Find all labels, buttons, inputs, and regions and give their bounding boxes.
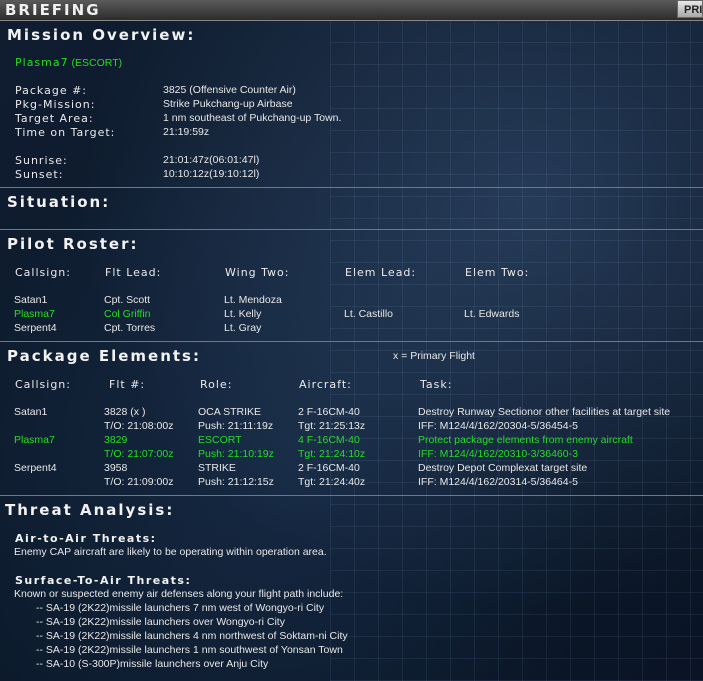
package-aircraft: 2 F-16CM-40 bbox=[298, 406, 360, 418]
roster-elem-lead: Lt. Castillo bbox=[344, 308, 394, 320]
situation-heading: Situation: bbox=[7, 193, 111, 211]
roster-flt-lead: Col Griffin bbox=[104, 308, 151, 320]
title-bar: BRIEFING PRI bbox=[0, 0, 703, 21]
roster-wing-two: Lt. Gray bbox=[224, 322, 262, 334]
flight-role: (ESCORT) bbox=[71, 57, 123, 69]
package-role: ESCORT bbox=[198, 434, 242, 446]
sam-threat-item: -- SA-19 (2K22)missile launchers over Wo… bbox=[36, 616, 285, 628]
package-col-task: Task: bbox=[420, 378, 453, 391]
package-target-time: Tgt: 21:24:10z bbox=[298, 448, 366, 460]
package-task: Destroy Runway Sectionor other facilitie… bbox=[418, 406, 671, 418]
print-button[interactable]: PRI bbox=[677, 0, 703, 18]
time-on-target-label: Time on Target: bbox=[15, 126, 116, 139]
section-divider bbox=[0, 341, 703, 342]
package-role: OCA STRIKE bbox=[198, 406, 262, 418]
package-role: STRIKE bbox=[198, 462, 236, 474]
section-divider bbox=[0, 187, 703, 188]
window-title: BRIEFING bbox=[5, 1, 101, 19]
roster-col-callsign: Callsign: bbox=[15, 266, 71, 279]
roster-callsign: Plasma7 bbox=[14, 308, 55, 320]
sunset-value: 10:10:12z(19:10:12l) bbox=[163, 168, 260, 180]
package-task: Protect package elements from enemy airc… bbox=[418, 434, 633, 446]
sam-threat-item: -- SA-19 (2K22)missile launchers 4 nm no… bbox=[36, 630, 348, 642]
roster-col-elem-two: Elem Two: bbox=[465, 266, 530, 279]
air-threats-heading: Air-to-Air Threats: bbox=[15, 532, 157, 545]
flight-callsign: Plasma7 bbox=[15, 56, 69, 69]
package-flt-number: 3829 bbox=[104, 434, 128, 446]
package-flt-number: 3958 bbox=[104, 462, 128, 474]
sunrise-value: 21:01:47z(06:01:47l) bbox=[163, 154, 260, 166]
sam-threats-heading: Surface-To-Air Threats: bbox=[15, 574, 192, 587]
package-col-flt: Flt #: bbox=[109, 378, 146, 391]
sam-threat-item: -- SA-19 (2K22)missile launchers 1 nm so… bbox=[36, 644, 343, 656]
mission-overview-heading: Mission Overview: bbox=[7, 26, 196, 44]
package-callsign: Satan1 bbox=[14, 406, 48, 418]
roster-col-flt-lead: Flt Lead: bbox=[105, 266, 162, 279]
package-takeoff-time: T/O: 21:09:00z bbox=[104, 476, 174, 488]
package-push-time: Push: 21:12:15z bbox=[198, 476, 274, 488]
primary-flight-legend: x = Primary Flight bbox=[393, 350, 475, 362]
sam-threat-item: -- SA-19 (2K22)missile launchers 7 nm we… bbox=[36, 602, 325, 614]
package-value: 3825 (Offensive Counter Air) bbox=[163, 84, 296, 96]
package-target-time: Tgt: 21:25:13z bbox=[298, 420, 366, 432]
roster-flt-lead: Cpt. Torres bbox=[104, 322, 156, 334]
sam-threats-intro: Known or suspected enemy air defenses al… bbox=[14, 588, 344, 600]
roster-callsign: Satan1 bbox=[14, 294, 48, 306]
roster-flt-lead: Cpt. Scott bbox=[104, 294, 151, 306]
package-iff: IFF: M124/4/162/20310-3/36460-3 bbox=[418, 448, 578, 460]
roster-elem-two: Lt. Edwards bbox=[464, 308, 520, 320]
package-iff: IFF: M124/4/162/20304-5/36454-5 bbox=[418, 420, 578, 432]
pilot-roster-heading: Pilot Roster: bbox=[7, 235, 139, 253]
section-divider bbox=[0, 495, 703, 496]
roster-col-elem-lead: Elem Lead: bbox=[345, 266, 417, 279]
package-push-time: Push: 21:11:19z bbox=[198, 420, 274, 432]
sam-threat-item: -- SA-10 (S-300P)missile launchers over … bbox=[36, 658, 269, 670]
package-callsign: Serpent4 bbox=[14, 462, 57, 474]
threat-analysis-heading: Threat Analysis: bbox=[5, 501, 175, 519]
sunset-label: Sunset: bbox=[15, 168, 64, 181]
package-takeoff-time: T/O: 21:08:00z bbox=[104, 420, 174, 432]
briefing-content: Mission Overview: Plasma7 (ESCORT) Packa… bbox=[0, 20, 703, 681]
package-col-role: Role: bbox=[200, 378, 233, 391]
sunrise-label: Sunrise: bbox=[15, 154, 68, 167]
package-task: Destroy Depot Complexat target site bbox=[418, 462, 588, 474]
package-flt-number: 3828 (x ) bbox=[104, 406, 146, 418]
package-col-callsign: Callsign: bbox=[15, 378, 71, 391]
roster-callsign: Serpent4 bbox=[14, 322, 57, 334]
air-threats-text: Enemy CAP aircraft are likely to be oper… bbox=[14, 546, 327, 558]
target-area-value: 1 nm southeast of Pukchang-up Town. bbox=[163, 112, 342, 124]
package-aircraft: 2 F-16CM-40 bbox=[298, 462, 360, 474]
package-label: Package #: bbox=[15, 84, 88, 97]
package-col-aircraft: Aircraft: bbox=[299, 378, 352, 391]
flight-name: Plasma7 (ESCORT) bbox=[15, 56, 122, 69]
pkg-mission-label: Pkg-Mission: bbox=[15, 98, 96, 111]
roster-wing-two: Lt. Mendoza bbox=[224, 294, 282, 306]
section-divider bbox=[0, 229, 703, 230]
package-callsign: Plasma7 bbox=[14, 434, 55, 446]
package-elements-heading: Package Elements: bbox=[7, 347, 201, 365]
package-push-time: Push: 21:10:19z bbox=[198, 448, 274, 460]
package-takeoff-time: T/O: 21:07:00z bbox=[104, 448, 174, 460]
package-iff: IFF: M124/4/162/20314-5/36464-5 bbox=[418, 476, 578, 488]
time-on-target-value: 21:19:59z bbox=[163, 126, 210, 138]
target-area-label: Target Area: bbox=[15, 112, 94, 125]
roster-wing-two: Lt. Kelly bbox=[224, 308, 262, 320]
package-aircraft: 4 F-16CM-40 bbox=[298, 434, 360, 446]
package-target-time: Tgt: 21:24:40z bbox=[298, 476, 366, 488]
roster-col-wing-two: Wing Two: bbox=[225, 266, 290, 279]
pkg-mission-value: Strike Pukchang-up Airbase bbox=[163, 98, 293, 110]
